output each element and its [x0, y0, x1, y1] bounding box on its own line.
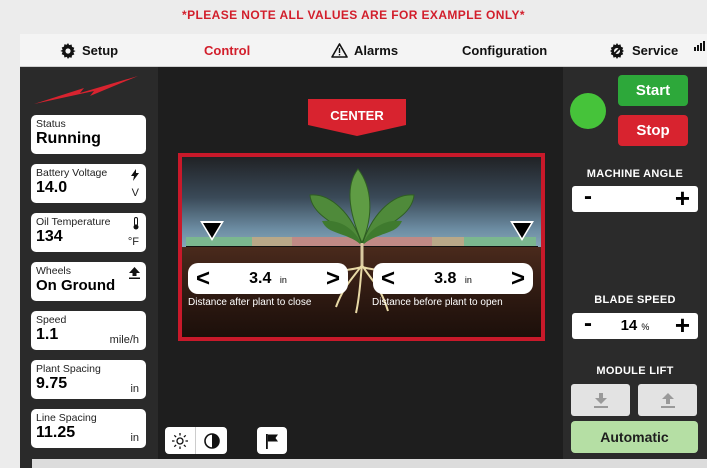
menu-setup[interactable]: Setup	[60, 34, 118, 67]
neutral-zone-right	[432, 237, 464, 246]
bottom-bar	[32, 459, 707, 468]
battery-voltage-unit: V	[131, 187, 139, 199]
close-distance-control: < 3.4 in >	[188, 263, 348, 294]
blade-speed-value: 14	[620, 317, 638, 334]
plant-spacing-card: Plant Spacing 9.75 in	[31, 360, 146, 399]
wrench-gear-icon	[610, 42, 624, 59]
status-card: Status Running	[31, 115, 146, 154]
open-distance-value: 3.8	[434, 269, 457, 287]
line-spacing-value: 11.25	[36, 424, 76, 441]
center-tag[interactable]: CENTER	[308, 99, 406, 136]
line-spacing-label: Line Spacing	[36, 412, 97, 424]
module-lift-up-button[interactable]	[638, 384, 697, 416]
menu-setup-label: Setup	[82, 43, 119, 58]
oil-temperature-value: 134	[36, 228, 63, 245]
speed-label: Speed	[36, 314, 67, 326]
blade-speed-increase-button[interactable]: +	[675, 310, 690, 341]
open-distance-unit: in	[464, 274, 472, 285]
battery-voltage-card: Battery Voltage 14.0 V	[31, 164, 146, 203]
speed-unit: mile/h	[109, 334, 139, 346]
download-arrow-icon	[593, 393, 608, 408]
lightning-logo	[34, 76, 138, 104]
close-marker[interactable]	[200, 221, 224, 241]
line-spacing-card: Line Spacing 11.25 in	[31, 409, 146, 448]
running-indicator	[570, 93, 606, 129]
machine-angle-increase-button[interactable]: +	[675, 183, 690, 214]
oil-temperature-unit: °F	[127, 236, 139, 248]
status-value: Running	[36, 130, 101, 147]
gear-icon	[60, 42, 76, 59]
open-distance-label: Distance before plant to open	[372, 297, 503, 308]
open-marker[interactable]	[510, 221, 534, 241]
plant-spacing-value: 9.75	[36, 375, 68, 392]
blade-speed-title: BLADE SPEED	[594, 294, 676, 306]
menu-configuration-label: Configuration	[462, 43, 548, 58]
sun-icon[interactable]	[165, 427, 196, 454]
top-menu-bar: Setup Control Alarms Configuration Servi…	[20, 34, 707, 67]
upload-arrow-icon	[129, 266, 140, 284]
open-distance-control: < 3.8 in >	[373, 263, 533, 294]
menu-alarms[interactable]: Alarms	[331, 34, 398, 67]
battery-voltage-value: 14.0	[36, 179, 68, 196]
oil-temperature-label: Oil Temperature	[36, 216, 111, 228]
oil-temperature-card: Oil Temperature 134 °F	[31, 213, 146, 252]
module-lift-down-button[interactable]	[571, 384, 630, 416]
close-distance-increase-button[interactable]: >	[326, 266, 340, 291]
machine-angle-title: MACHINE ANGLE	[586, 168, 684, 180]
menu-control[interactable]: Control	[204, 34, 250, 67]
close-distance-unit: in	[279, 274, 287, 285]
line-spacing-unit: in	[130, 432, 139, 444]
machine-angle-control: - +	[572, 183, 698, 214]
wheels-label: Wheels	[36, 265, 72, 277]
status-label: Status	[36, 118, 66, 130]
signal-icon	[694, 38, 706, 56]
speed-card: Speed 1.1 mile/h	[31, 311, 146, 350]
thermometer-icon	[132, 217, 140, 235]
close-distance-value: 3.4	[249, 269, 272, 287]
module-lift-title: MODULE LIFT	[596, 365, 674, 377]
open-distance-increase-button[interactable]: >	[511, 266, 525, 291]
close-distance-label: Distance after plant to close	[188, 297, 312, 308]
upload-arrow-icon	[660, 393, 675, 408]
plant-spacing-label: Plant Spacing	[36, 363, 101, 375]
row-view: < 3.4 in > Distance after plant to close…	[178, 153, 545, 341]
example-values-notice: *PLEASE NOTE ALL VALUES ARE FOR EXAMPLE …	[182, 8, 525, 22]
start-button[interactable]: Start	[618, 75, 688, 106]
neutral-zone-left	[252, 237, 292, 246]
wheels-card: Wheels On Ground	[31, 262, 146, 301]
contrast-icon[interactable]	[196, 427, 227, 454]
close-distance-decrease-button[interactable]: <	[196, 266, 210, 291]
menu-control-label: Control	[204, 43, 251, 58]
menu-service[interactable]: Service	[608, 34, 678, 67]
stop-button[interactable]: Stop	[618, 115, 688, 146]
flag-button[interactable]	[257, 427, 287, 454]
menu-service-label: Service	[632, 43, 679, 58]
flag-icon	[266, 433, 278, 449]
menu-configuration[interactable]: Configuration	[462, 34, 547, 67]
lightning-icon	[130, 168, 140, 186]
plant-spacing-unit: in	[130, 383, 139, 395]
display-toggle-group	[165, 427, 227, 454]
warning-icon	[331, 43, 348, 58]
blade-speed-unit: %	[641, 322, 650, 332]
machine-angle-decrease-button[interactable]: -	[584, 183, 592, 211]
automatic-button[interactable]: Automatic	[571, 421, 698, 453]
wheels-value: On Ground	[36, 277, 116, 294]
open-distance-decrease-button[interactable]: <	[381, 266, 395, 291]
battery-voltage-label: Battery Voltage	[36, 167, 108, 179]
center-tag-label: CENTER	[330, 108, 384, 123]
blade-speed-control: - 14 % +	[572, 310, 698, 341]
menu-alarms-label: Alarms	[354, 43, 399, 58]
